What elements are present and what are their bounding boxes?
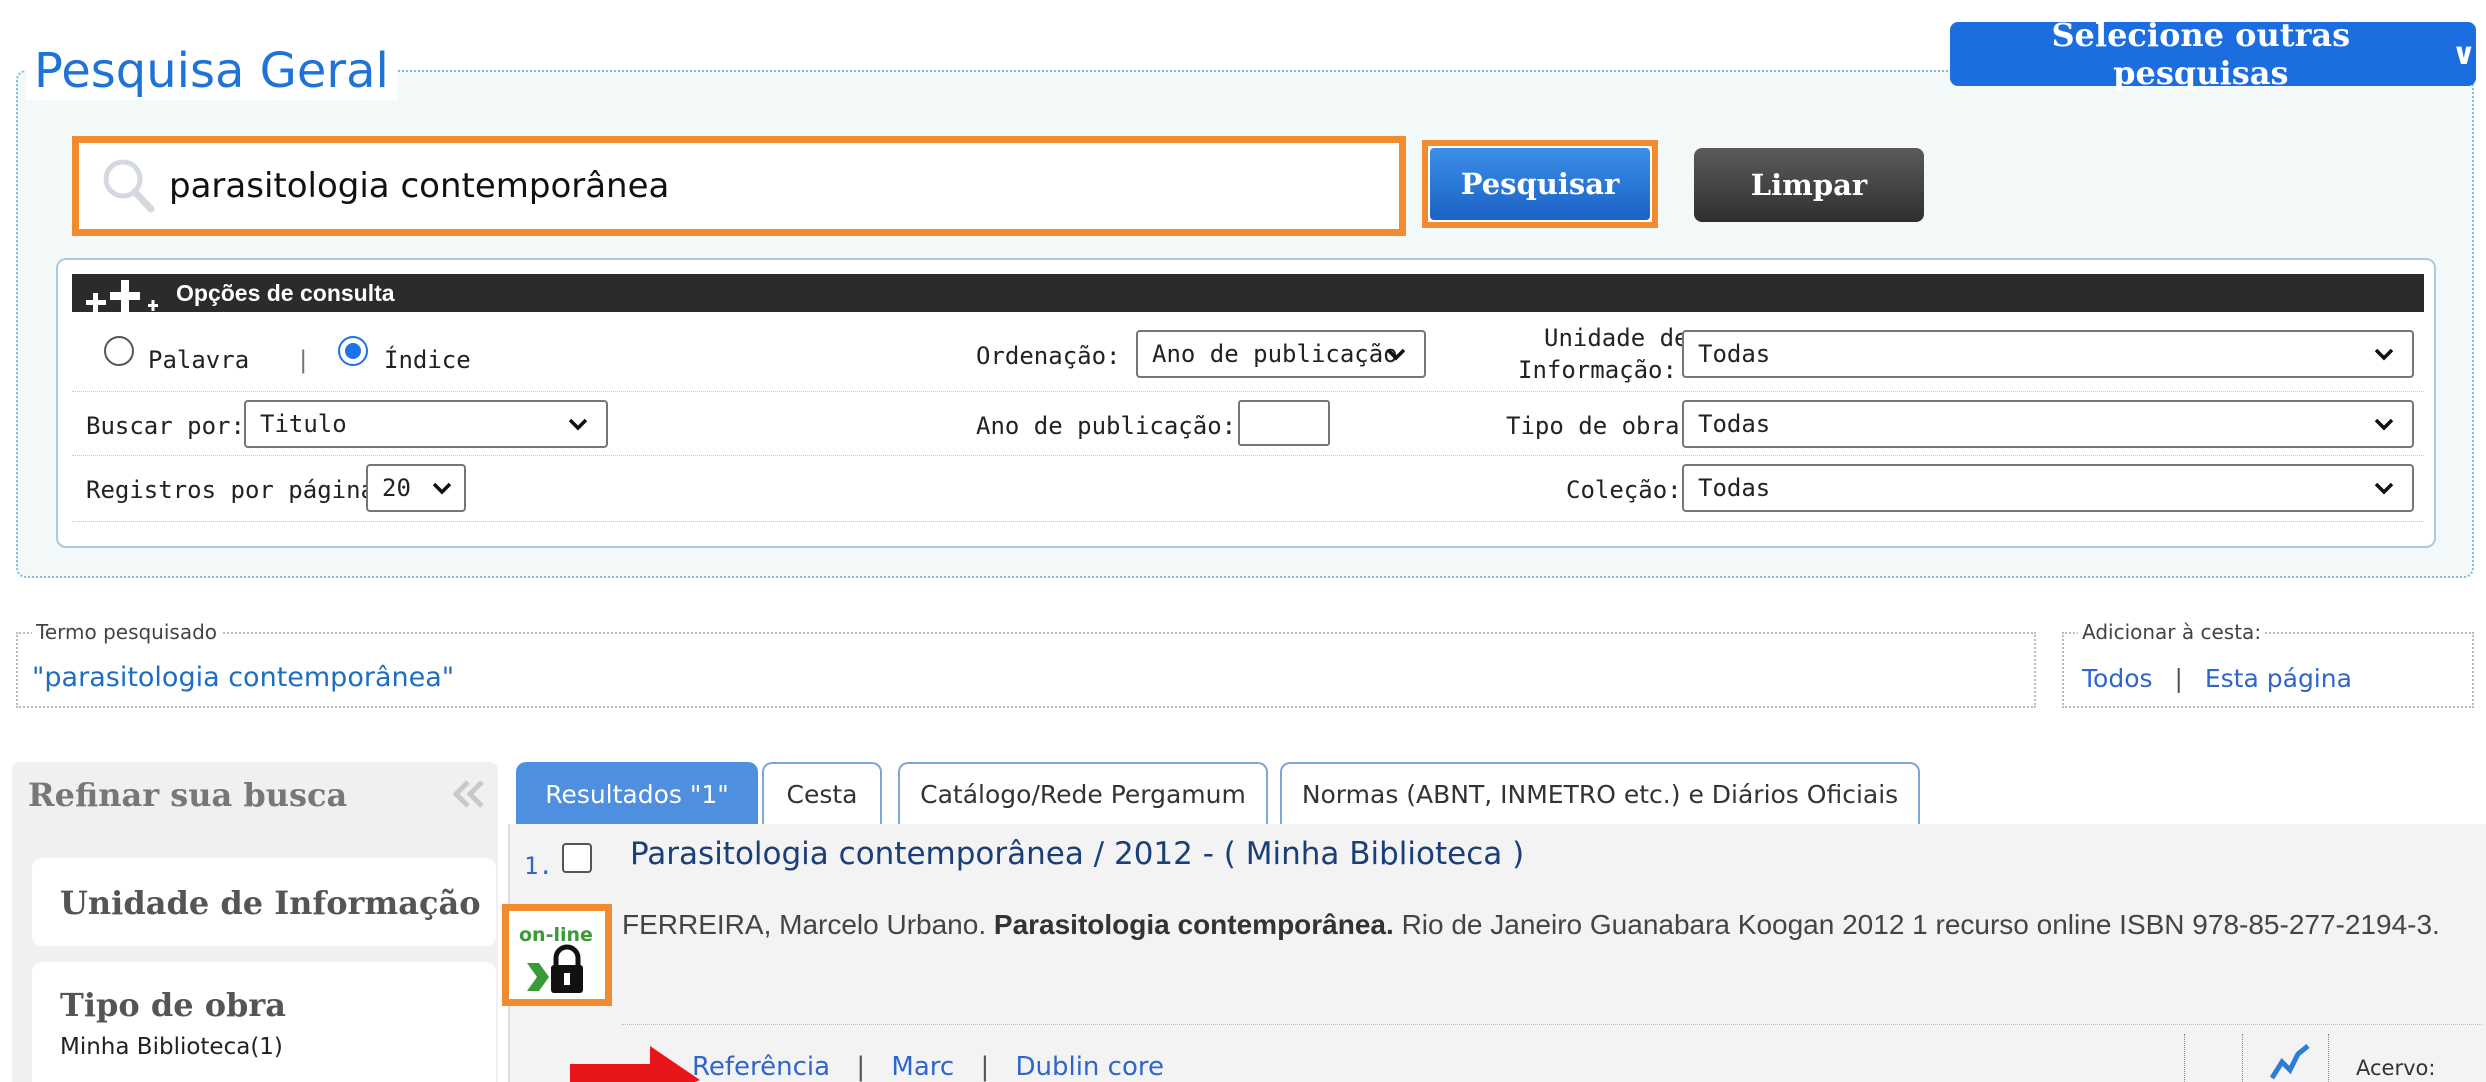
options-row-3: Registros por página: 20 Coleção: Todas bbox=[72, 456, 2424, 522]
buscar-por-value: Titulo bbox=[260, 410, 347, 438]
registros-label: Registros por página: bbox=[86, 476, 390, 504]
divider bbox=[2184, 1034, 2185, 1082]
unidade-select[interactable]: Todas bbox=[1682, 330, 2414, 378]
refine-sidebar: Refinar sua busca Unidade de Informação … bbox=[12, 762, 498, 1082]
query-options-panel: Opções de consulta Palavra | Índice Orde… bbox=[56, 258, 2436, 548]
chevron-down-icon bbox=[2374, 418, 2394, 431]
basket-separator: | bbox=[2174, 664, 2183, 693]
collapse-double-chevron-icon[interactable] bbox=[448, 776, 488, 812]
search-button-highlight: Pesquisar bbox=[1422, 140, 1658, 228]
registros-value: 20 bbox=[382, 474, 411, 502]
unidade-value: Todas bbox=[1698, 340, 1771, 368]
buscar-por-select[interactable]: Titulo bbox=[244, 400, 608, 448]
chevron-down-icon bbox=[432, 482, 452, 495]
online-badge-text: on-line bbox=[519, 924, 593, 946]
link-separator: | bbox=[980, 1052, 990, 1082]
options-row-2: Buscar por: Titulo Ano de publicação: Ti… bbox=[72, 392, 2424, 456]
link-referencia[interactable]: Referência bbox=[692, 1052, 830, 1082]
online-access-icon[interactable]: on-line bbox=[502, 904, 612, 1006]
search-input[interactable] bbox=[169, 166, 1349, 206]
add-to-basket-links: Todos | Esta página bbox=[2082, 664, 2352, 693]
radio-indice-label: Índice bbox=[384, 346, 471, 374]
basket-all-link[interactable]: Todos bbox=[2082, 664, 2153, 693]
searched-term-box: Termo pesquisado "parasitologia contempo… bbox=[16, 620, 2036, 708]
tipo-label: Tipo de obra: bbox=[1506, 412, 1694, 440]
result-checkbox[interactable] bbox=[562, 843, 592, 873]
other-searches-button[interactable]: Selecione outras pesquisas ∨ bbox=[1950, 16, 2476, 92]
tipo-select[interactable]: Todas bbox=[1682, 400, 2414, 448]
acervo-label: Acervo: bbox=[2356, 1056, 2436, 1080]
red-arrow-icon bbox=[570, 1046, 700, 1082]
unidade-label-line2: Informação: bbox=[1518, 356, 1677, 384]
chevron-down-icon: ∨ bbox=[2451, 36, 2476, 72]
results-list: 1. Parasitologia contemporânea / 2012 - … bbox=[502, 824, 2486, 1082]
result-links: Referência | Marc | Dublin core bbox=[692, 1052, 1164, 1082]
chevron-down-icon bbox=[1386, 348, 1406, 361]
chevron-down-icon bbox=[2374, 348, 2394, 361]
chevron-down-icon bbox=[568, 418, 588, 431]
facet-unidade[interactable]: Unidade de Informação bbox=[32, 858, 496, 946]
search-panel-title: Pesquisa Geral bbox=[26, 42, 397, 100]
ordenacao-value: Ano de publicação bbox=[1152, 340, 1398, 368]
refine-title: Refinar sua busca bbox=[28, 776, 348, 814]
tab-catalog[interactable]: Catálogo/Rede Pergamum bbox=[898, 762, 1268, 824]
colecao-select[interactable]: Todas bbox=[1682, 464, 2414, 512]
result-author: FERREIRA, Marcelo Urbano. bbox=[622, 909, 987, 940]
registros-select[interactable]: 20 bbox=[366, 464, 466, 512]
tab-results[interactable]: Resultados "1" bbox=[516, 762, 758, 824]
result-title-link[interactable]: Parasitologia contemporânea / 2012 - ( M… bbox=[630, 836, 1524, 872]
statistics-chart-icon[interactable] bbox=[2268, 1040, 2312, 1082]
link-marc[interactable]: Marc bbox=[891, 1052, 954, 1082]
tab-basket[interactable]: Cesta bbox=[762, 762, 882, 824]
link-dublin-core[interactable]: Dublin core bbox=[1015, 1052, 1164, 1082]
search-icon bbox=[93, 151, 163, 221]
ordenacao-label: Ordenação: bbox=[976, 342, 1121, 370]
radio-palavra-label: Palavra bbox=[148, 346, 250, 374]
radio-palavra[interactable] bbox=[104, 336, 134, 366]
divider bbox=[2242, 1034, 2243, 1082]
query-options-header[interactable]: Opções de consulta bbox=[72, 274, 2424, 312]
ano-input[interactable] bbox=[1238, 400, 1330, 446]
basket-page-link[interactable]: Esta página bbox=[2205, 664, 2352, 693]
radio-indice[interactable] bbox=[338, 336, 368, 366]
facet-item[interactable]: Minha Biblioteca(1) bbox=[60, 1034, 283, 1060]
query-options-title: Opções de consulta bbox=[176, 279, 395, 306]
result-divider bbox=[622, 1024, 2482, 1025]
radio-separator: | bbox=[296, 346, 311, 374]
divider bbox=[2328, 1034, 2329, 1082]
ano-label: Ano de publicação: bbox=[976, 412, 1237, 440]
facet-unidade-title: Unidade de Informação bbox=[60, 884, 481, 922]
expand-plus-icon[interactable] bbox=[72, 274, 176, 312]
result-reference: FERREIRA, Marcelo Urbano. Parasitologia … bbox=[622, 908, 2462, 942]
colecao-label: Coleção: bbox=[1566, 476, 1682, 504]
facet-tipo-obra[interactable]: Tipo de obra Minha Biblioteca(1) bbox=[32, 962, 496, 1082]
ordenacao-select[interactable]: Ano de publicação bbox=[1136, 330, 1426, 378]
result-number: 1. bbox=[524, 852, 553, 880]
buscar-por-label: Buscar por: bbox=[86, 412, 245, 440]
colecao-value: Todas bbox=[1698, 474, 1771, 502]
tipo-value: Todas bbox=[1698, 410, 1771, 438]
searched-term-legend: Termo pesquisado bbox=[32, 620, 222, 644]
result-bold-title: Parasitologia contemporânea. bbox=[993, 909, 1394, 940]
clear-button[interactable]: Limpar bbox=[1694, 148, 1924, 222]
options-row-1: Palavra | Índice Ordenação: Ano de publi… bbox=[72, 316, 2424, 392]
chevron-down-icon bbox=[2374, 482, 2394, 495]
add-to-basket-box: Adicionar à cesta: Todos | Esta página bbox=[2062, 620, 2474, 708]
search-button[interactable]: Pesquisar bbox=[1430, 148, 1650, 220]
result-details: Rio de Janeiro Guanabara Koogan 2012 1 r… bbox=[1401, 909, 2440, 940]
tab-standards[interactable]: Normas (ABNT, INMETRO etc.) e Diários Of… bbox=[1280, 762, 1920, 824]
link-separator: | bbox=[856, 1052, 866, 1082]
searched-term-value: "parasitologia contemporânea" bbox=[32, 662, 455, 693]
unidade-label-line1: Unidade de bbox=[1544, 324, 1689, 352]
search-input-wrapper[interactable] bbox=[72, 136, 1406, 236]
facet-tipo-title: Tipo de obra bbox=[60, 986, 287, 1024]
add-to-basket-legend: Adicionar à cesta: bbox=[2078, 620, 2266, 644]
other-searches-label: Selecione outras pesquisas bbox=[2051, 16, 2351, 92]
